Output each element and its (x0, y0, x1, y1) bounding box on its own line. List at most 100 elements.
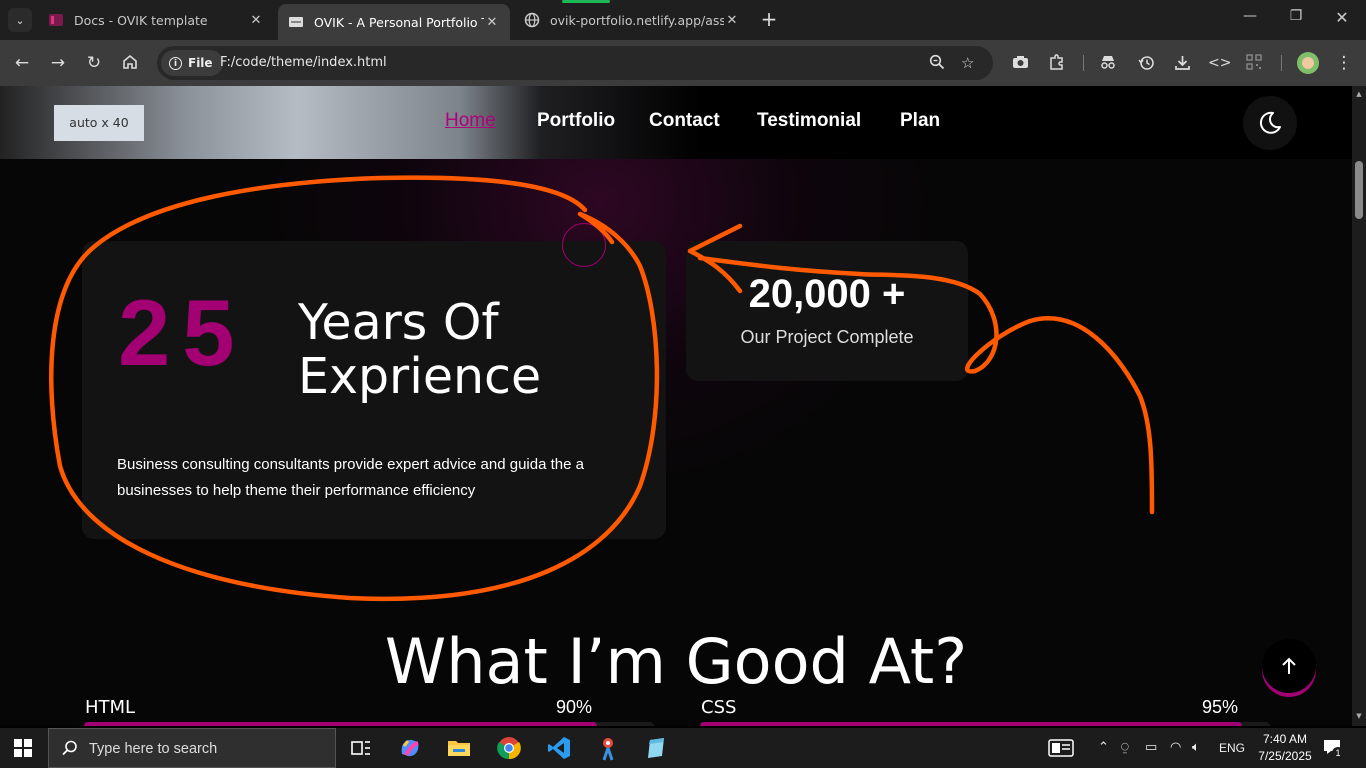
history-icon[interactable] (1136, 54, 1156, 74)
zoom-icon[interactable] (929, 54, 945, 74)
address-bar[interactable]: i File F:/code/theme/index.html ☆ (157, 46, 993, 80)
search-icon (61, 739, 79, 761)
close-tab-icon[interactable]: ✕ (248, 13, 264, 28)
info-icon: i (169, 56, 182, 70)
chrome-icon[interactable] (495, 734, 523, 762)
notification-count-badge: 1 (1332, 747, 1344, 759)
close-tab-icon[interactable]: ✕ (484, 15, 500, 30)
arrow-up-icon (1282, 657, 1296, 674)
restore-icon[interactable]: ❐ (1286, 8, 1306, 24)
scroll-down-arrow-icon[interactable]: ▼ (1355, 712, 1363, 720)
theme-toggle-button[interactable] (1243, 96, 1297, 150)
skill-percent-html: 90% (556, 697, 593, 717)
extensions-puzzle-icon[interactable] (1046, 54, 1066, 74)
nav-home[interactable]: Home (445, 110, 496, 132)
language-indicator[interactable]: ENG (1219, 741, 1245, 755)
bookmark-star-icon[interactable]: ☆ (961, 54, 974, 72)
tray-chevron-up-icon[interactable]: ⌃ (1098, 740, 1109, 755)
url-text[interactable]: F:/code/theme/index.html (220, 55, 387, 70)
tab-docs[interactable]: Docs - OVIK template ✕ (38, 6, 274, 34)
reload-icon[interactable]: ↻ (84, 53, 104, 73)
browser-toolbar: ← → ↻ i File F:/code/theme/index.html ☆ … (0, 40, 1366, 86)
toolbar-divider (1083, 55, 1084, 71)
page-scrollbar[interactable]: ▲ ▼ (1352, 86, 1366, 726)
volume-icon[interactable]: 🔈︎ (1192, 740, 1200, 755)
moon-icon (1259, 111, 1281, 134)
meet-now-icon[interactable]: ⍜ (1121, 740, 1129, 755)
notepad-app-icon[interactable] (642, 734, 670, 762)
logo-placeholder[interactable]: auto x 40 (54, 105, 144, 141)
tab-search-button[interactable]: ⌄ (8, 8, 32, 32)
close-window-icon[interactable]: ✕ (1332, 8, 1352, 27)
file-label: File (188, 56, 213, 70)
nav-portfolio[interactable]: Portfolio (537, 110, 615, 132)
more-menu-icon[interactable]: ⋮ (1334, 54, 1354, 74)
clock-time: 7:40 AM (1262, 732, 1308, 746)
custom-cursor-ring (562, 223, 606, 267)
skill-bar-fill-css (700, 722, 1242, 726)
page-favicon-icon (289, 17, 303, 27)
news-widget-icon[interactable] (1048, 739, 1074, 757)
copilot-icon[interactable] (396, 734, 424, 762)
task-view-icon[interactable] (347, 734, 375, 762)
tab-ovik-portfolio[interactable]: OVIK - A Personal Portfolio Tem ✕ (278, 4, 510, 40)
experience-title-line1: Years Of (298, 294, 499, 351)
site-info-chip[interactable]: i File (161, 50, 223, 76)
skill-name-css: CSS (701, 697, 737, 718)
skill-bar-html (84, 722, 654, 726)
experience-title-line2: Exprience (298, 348, 542, 405)
battery-icon[interactable]: ▭ (1145, 740, 1157, 755)
media-indicator (562, 0, 610, 3)
nav-contact[interactable]: Contact (649, 110, 720, 132)
chevron-down-icon: ⌄ (15, 13, 25, 27)
search-placeholder: Type here to search (89, 741, 218, 757)
projects-label: Our Project Complete (740, 327, 914, 347)
projects-count: 20,000 + (748, 272, 906, 316)
close-tab-icon[interactable]: ✕ (724, 13, 740, 28)
toolbar-divider (1281, 55, 1282, 71)
nav-plan[interactable]: Plan (900, 110, 940, 132)
qr-code-icon[interactable] (1244, 54, 1264, 74)
profile-avatar[interactable] (1297, 52, 1319, 74)
new-tab-button[interactable]: + (758, 8, 780, 30)
screenshot-camera-icon[interactable] (1010, 54, 1030, 74)
ovik-favicon-icon (49, 14, 63, 26)
download-icon[interactable] (1172, 54, 1192, 74)
back-arrow-icon[interactable]: ← (12, 53, 32, 73)
notification-center-icon[interactable]: 1 (1322, 738, 1344, 759)
scroll-up-arrow-icon[interactable]: ▲ (1355, 90, 1363, 98)
browser-tab-strip: ⌄ Docs - OVIK template ✕ OVIK - A Person… (0, 0, 1366, 40)
devtools-code-icon[interactable]: <> (1208, 54, 1231, 74)
skill-name-html: HTML (85, 697, 136, 718)
screen-recorder-icon[interactable] (594, 734, 622, 762)
tab-title: Docs - OVIK template (74, 12, 208, 28)
skills-heading: What I’m Good At? (384, 625, 968, 698)
tab-title: OVIK - A Personal Portfolio Tem (314, 14, 484, 30)
tab-title: ovik-portfolio.netlify.app/assets (550, 12, 724, 28)
experience-years-number: 25 (118, 280, 247, 385)
experience-title: Years Of Exprience (298, 296, 541, 404)
scrollbar-thumb[interactable] (1355, 161, 1363, 219)
windows-start-icon[interactable] (14, 739, 32, 757)
scroll-to-top-button[interactable] (1262, 639, 1316, 693)
wifi-icon[interactable]: ◠ (1170, 740, 1181, 755)
experience-description: Business consulting consultants provide … (117, 456, 584, 499)
minimize-icon[interactable]: — (1240, 8, 1260, 24)
vscode-icon[interactable] (545, 734, 573, 762)
windows-taskbar: Type here to search ⌃ ⍜ ▭ ◠ 🔈︎ ENG 7:40 … (0, 728, 1366, 768)
incognito-icon[interactable] (1098, 54, 1118, 74)
forward-arrow-icon[interactable]: → (48, 53, 68, 73)
web-page: auto x 40 Home Portfolio Contact Testimo… (0, 86, 1352, 726)
skill-percent-css: 95% (1202, 697, 1239, 717)
globe-icon (524, 12, 540, 28)
file-explorer-icon[interactable] (445, 734, 473, 762)
taskbar-search-box[interactable]: Type here to search (48, 728, 336, 768)
skill-bar-fill-html (84, 722, 597, 726)
clock-date: 7/25/2025 (1258, 749, 1312, 763)
taskbar-clock[interactable]: 7:40 AM 7/25/2025 (1255, 731, 1315, 765)
tab-netlify[interactable]: ovik-portfolio.netlify.app/assets ✕ (514, 6, 750, 34)
skill-bar-css (700, 722, 1270, 726)
site-header: auto x 40 Home Portfolio Contact Testimo… (0, 86, 1352, 159)
nav-testimonial[interactable]: Testimonial (757, 110, 861, 132)
home-icon[interactable] (120, 53, 140, 73)
